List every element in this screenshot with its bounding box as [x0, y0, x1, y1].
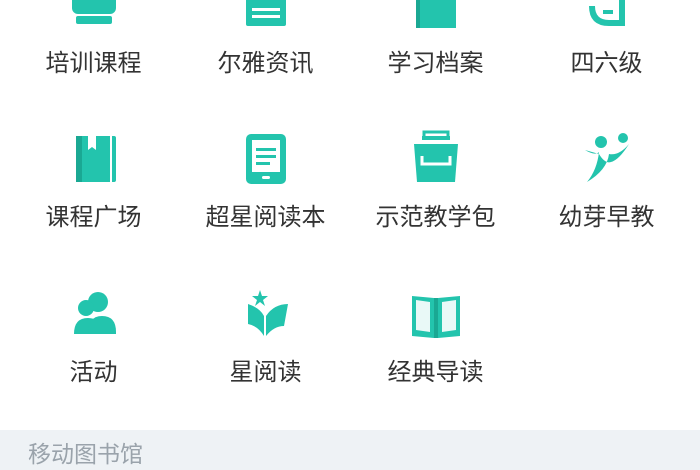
grid-item-activity[interactable]: 活动: [6, 0, 181, 386]
app-grid: 培训课程 尔雅资讯 学习档案 四六级 课程广场 超星阅读本 示范教学包 幼芽早教…: [0, 0, 700, 430]
star-reading-icon: [247, 290, 288, 336]
grid-item-classic-reading[interactable]: 经典导读: [348, 0, 523, 386]
classic-reading-icon: [411, 296, 460, 338]
grid-item-label: 超星阅读本: [205, 203, 326, 231]
section-title: 移动图书馆: [28, 442, 143, 468]
grid-item-label: 示范教学包: [375, 203, 496, 231]
grid-item-star-reading[interactable]: 星阅读: [178, 0, 353, 386]
early-education-icon: [584, 133, 629, 182]
grid-item-label: 课程广场: [45, 203, 142, 231]
section-header-bar: 移动图书馆: [0, 430, 700, 470]
grid-item-early-education[interactable]: 幼芽早教: [519, 0, 694, 231]
activity-icon: [73, 292, 116, 334]
grid-item-label: 幼芽早教: [558, 203, 655, 231]
grid-item-label: 活动: [69, 358, 118, 386]
grid-item-label: 经典导读: [387, 358, 484, 386]
grid-item-label: 星阅读: [229, 358, 302, 386]
